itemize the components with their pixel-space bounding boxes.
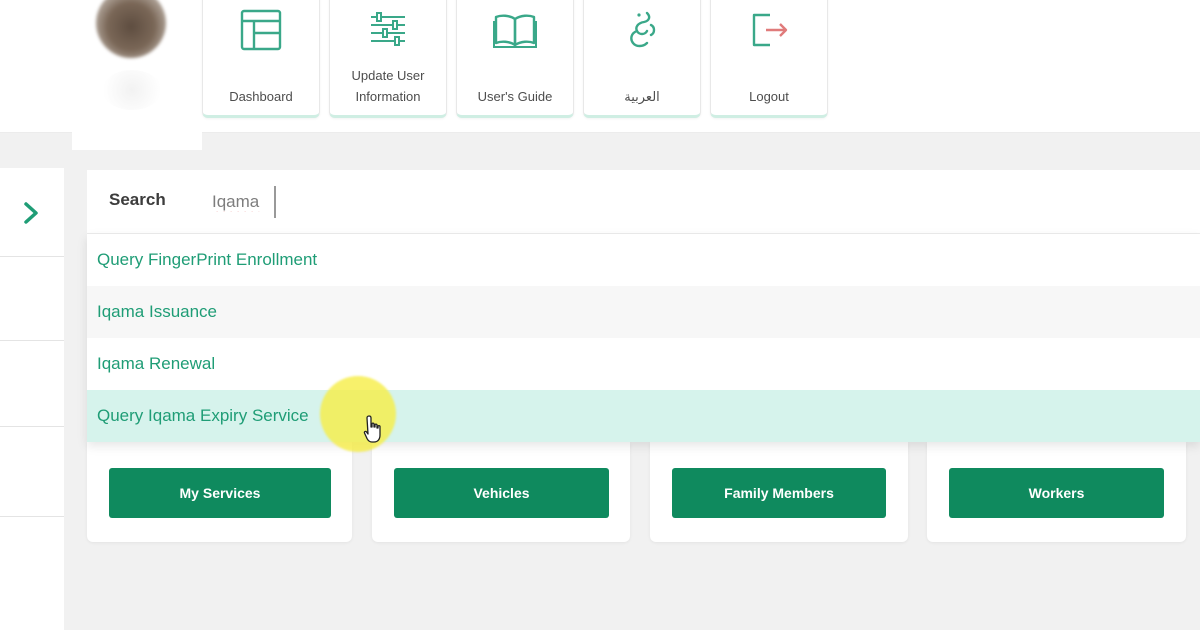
update-user-information-tile[interactable]: Update User Information [329,0,447,118]
vehicles-button[interactable]: Vehicles [394,468,609,518]
arabic-language-icon [630,11,656,48]
suggestion-item[interactable]: Iqama Issuance [87,286,1200,338]
sidebar-divider [0,340,64,341]
users-guide-label: User's Guide [477,89,553,104]
search-suggestions: Query FingerPrint Enrollment Iqama Issua… [87,234,1200,442]
dashboard-tile[interactable]: Dashboard [202,0,320,118]
suggestion-item[interactable]: Iqama Renewal [87,338,1200,390]
avatar-shadow [102,70,162,110]
service-card: Vehicles [372,442,630,542]
logout-icon [752,13,788,47]
language-label: العربية [624,89,660,104]
book-icon [493,14,537,48]
update-user-information-label: Update User Information [351,68,425,104]
chevron-right-icon[interactable] [14,196,48,230]
hand-pointer-icon [363,415,381,443]
sidebar-divider [0,516,64,517]
search-panel: Search [87,170,1200,234]
left-sidebar [0,168,64,630]
dashboard-icon [240,9,282,51]
my-services-button[interactable]: My Services [109,468,331,518]
service-card: My Services [87,442,352,542]
search-input[interactable] [212,184,712,220]
service-card: Family Members [650,442,908,542]
logout-tile[interactable]: Logout [710,0,828,118]
suggestion-item-active[interactable]: Query Iqama Expiry Service [87,390,1200,442]
avatar[interactable] [96,0,166,58]
sidebar-divider [0,256,64,257]
sidebar-divider [0,426,64,427]
family-members-button[interactable]: Family Members [672,468,886,518]
language-tile[interactable]: العربية [583,0,701,118]
service-card: Workers [927,442,1186,542]
logout-label: Logout [749,89,789,104]
suggestion-item[interactable]: Query FingerPrint Enrollment [87,234,1200,286]
users-guide-tile[interactable]: User's Guide [456,0,574,118]
top-header: Dashboard Update User Information User's… [0,0,1200,150]
search-label: Search [109,190,166,209]
workers-button[interactable]: Workers [949,468,1164,518]
text-caret [274,186,276,218]
settings-sliders-icon [371,12,405,46]
dashboard-label: Dashboard [229,89,293,104]
profile-area [72,0,202,150]
